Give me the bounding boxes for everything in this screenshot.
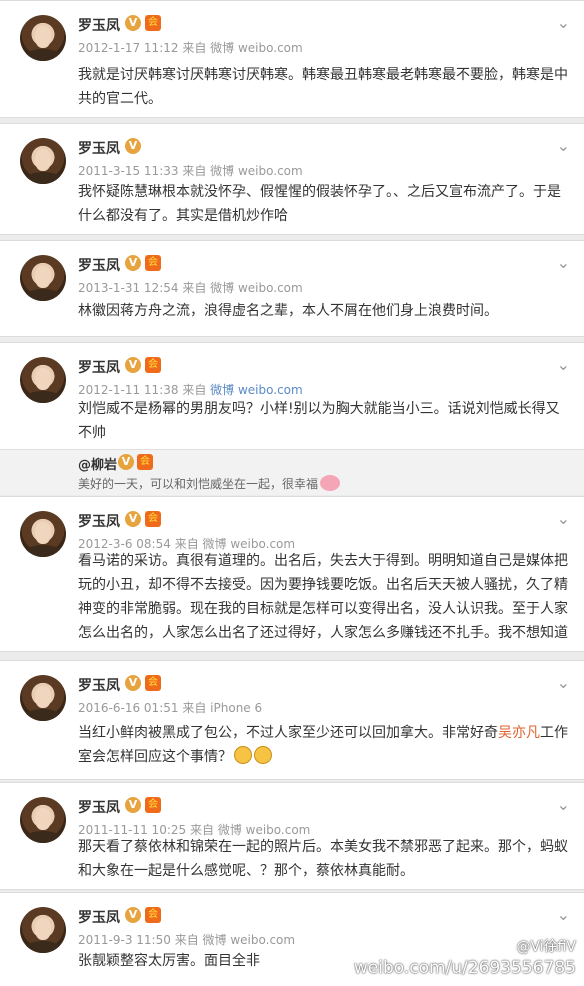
verified-icon: V <box>125 15 141 31</box>
weibo-post: 罗玉凤 V会 ⌄ 2013-1-31 12:54 来自 微博 weibo.com… <box>0 240 584 337</box>
mention-link[interactable]: 吴亦凡 <box>498 725 540 741</box>
chevron-down-icon[interactable]: ⌄ <box>557 355 570 374</box>
avatar[interactable] <box>20 797 66 843</box>
repost-username[interactable]: @柳岩 <box>78 454 117 473</box>
chevron-down-icon[interactable]: ⌄ <box>557 136 570 155</box>
avatar[interactable] <box>20 511 66 557</box>
post-text: 看马诺的采访。真很有道理的。出名后，失去大于得到。明明知道自己是媒体把玩的小丑，… <box>78 553 568 641</box>
post-time: 2012-1-17 11:12 <box>78 41 179 55</box>
chevron-down-icon[interactable]: ⌄ <box>557 673 570 692</box>
post-from: 来自 <box>182 383 207 397</box>
verified-icon: V <box>125 797 141 813</box>
weibo-post: 罗玉凤 V会 ⌄ 2016-6-16 01:51 来自 iPhone 6 当红小… <box>0 660 584 780</box>
chevron-down-icon[interactable]: ⌄ <box>557 253 570 272</box>
verified-icon: V <box>125 357 141 373</box>
chevron-down-icon[interactable]: ⌄ <box>557 13 570 32</box>
username[interactable]: 罗玉凤 <box>78 357 120 377</box>
vip-icon: 会 <box>145 15 161 31</box>
weibo-post: 罗玉凤 V会 ⌄ 2012-3-6 08:54 来自 微博 weibo.com … <box>0 496 584 652</box>
post-time: 2012-1-11 11:38 <box>78 383 179 397</box>
username[interactable]: 罗玉凤 <box>78 907 120 927</box>
vip-icon: 会 <box>145 675 161 691</box>
post-time: 2013-1-31 12:54 <box>78 281 179 295</box>
verified-icon: V <box>125 511 141 527</box>
weibo-post: 罗玉凤 V会 ⌄ 2012-1-17 11:12 来自 微博 weibo.com… <box>0 0 584 118</box>
post-source[interactable]: 微博 weibo.com <box>203 933 296 947</box>
username[interactable]: 罗玉凤 <box>78 138 120 158</box>
username[interactable]: 罗玉凤 <box>78 675 120 695</box>
username[interactable]: 罗玉凤 <box>78 255 120 275</box>
weibo-post: 罗玉凤 V会 ⌄ 2012-1-11 11:38 来自 微博 weibo.com… <box>0 342 584 495</box>
avatar[interactable] <box>20 907 66 953</box>
repost-box[interactable]: @柳岩 V会 美好的一天，可以和刘恺威坐在一起，很幸福 <box>0 449 584 495</box>
verified-icon: V <box>125 907 141 923</box>
verified-icon: V <box>125 255 141 271</box>
weibo-post: 罗玉凤 V会 ⌄ 2011-11-11 10:25 来自 微博 weibo.co… <box>0 782 584 890</box>
repost-text: 美好的一天，可以和刘恺威坐在一起，很幸福 <box>78 475 341 492</box>
verified-icon: V <box>118 454 134 470</box>
thinking-emoji-icon <box>254 746 272 764</box>
post-text: 我怀疑陈慧琳根本就没怀孕、假惺惺的假装怀孕了。、之后又宣布流产了。于是什么都没有… <box>78 184 561 224</box>
post-meta: 2013-1-31 12:54 来自 微博 weibo.com <box>78 279 303 296</box>
vip-icon: 会 <box>145 511 161 527</box>
post-source[interactable]: 微博 weibo.com <box>210 383 303 397</box>
thinking-emoji-icon <box>234 746 252 764</box>
vip-icon: 会 <box>145 797 161 813</box>
chevron-down-icon[interactable]: ⌄ <box>557 795 570 814</box>
post-meta: 2011-9-3 11:50 来自 微博 weibo.com <box>78 931 295 948</box>
post-time: 2011-3-15 11:33 <box>78 164 179 178</box>
post-from: 来自 <box>182 701 207 715</box>
post-meta: 2011-3-15 11:33 来自 微博 weibo.com <box>78 162 303 179</box>
chevron-down-icon[interactable]: ⌄ <box>557 905 570 924</box>
post-source[interactable]: 微博 weibo.com <box>210 41 303 55</box>
avatar[interactable] <box>20 675 66 721</box>
post-meta: 2016-6-16 01:51 来自 iPhone 6 <box>78 699 262 716</box>
post-text: 林徽因蒋方舟之流，浪得虚名之辈，本人不屑在他们身上浪费时间。 <box>78 303 498 319</box>
post-time: 2016-6-16 01:51 <box>78 701 179 715</box>
post-time: 2011-9-3 11:50 <box>78 933 171 947</box>
post-from: 来自 <box>182 164 207 178</box>
username[interactable]: 罗玉凤 <box>78 797 120 817</box>
post-from: 来自 <box>174 933 199 947</box>
post-source[interactable]: 微博 weibo.com <box>210 281 303 295</box>
username[interactable]: 罗玉凤 <box>78 511 120 531</box>
vip-icon: 会 <box>145 357 161 373</box>
pig-emoji-icon <box>320 475 341 491</box>
weibo-post: 罗玉凤 V ⌄ 2011-3-15 11:33 来自 微博 weibo.com … <box>0 123 584 235</box>
vip-icon: 会 <box>145 255 161 271</box>
post-meta: 2012-1-17 11:12 来自 微博 weibo.com <box>78 39 303 56</box>
post-from: 来自 <box>182 41 207 55</box>
username[interactable]: 罗玉凤 <box>78 15 120 35</box>
verified-icon: V <box>125 675 141 691</box>
vip-icon: 会 <box>137 454 153 470</box>
post-from: 来自 <box>182 281 207 295</box>
chevron-down-icon[interactable]: ⌄ <box>557 509 570 528</box>
post-source[interactable]: 微博 weibo.com <box>210 164 303 178</box>
verified-icon: V <box>125 138 141 154</box>
vip-icon: 会 <box>145 907 161 923</box>
post-text: 刘恺威不是杨幂的男朋友吗？小样!别以为胸大就能当小三。话说刘恺威长得又不帅 <box>78 401 560 441</box>
post-meta: 2012-1-11 11:38 来自 微博 weibo.com <box>78 381 303 398</box>
post-text: 当红小鲜肉被黑成了包公，不过人家至少还可以回加拿大。非常好奇吴亦凡工作室会怎样回… <box>78 725 568 765</box>
avatar[interactable] <box>20 138 66 184</box>
avatar[interactable] <box>20 15 66 61</box>
watermark-url: weibo.com/u/2693556785 <box>353 958 576 978</box>
post-text: 我就是讨厌韩寒讨厌韩寒讨厌韩寒。韩寒最丑韩寒最老韩寒最不要脸，韩寒是中共的官二代… <box>78 67 568 107</box>
watermark-handle: @Vi徐fiV <box>516 939 576 955</box>
post-source[interactable]: iPhone 6 <box>210 701 262 715</box>
avatar[interactable] <box>20 357 66 403</box>
avatar[interactable] <box>20 255 66 301</box>
post-text: 那天看了蔡依林和锦荣在一起的照片后。本美女我不禁邪恶了起来。那个，蚂蚁和大象在一… <box>78 839 568 879</box>
